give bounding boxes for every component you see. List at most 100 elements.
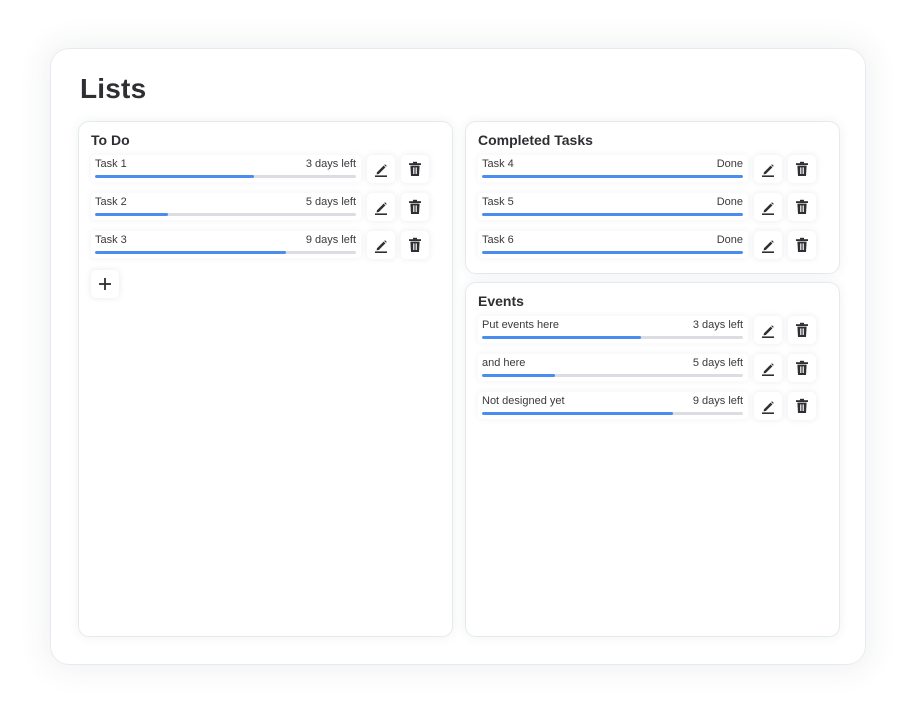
progress-fill <box>482 336 642 339</box>
task-status: 9 days left <box>305 234 356 246</box>
delete-button[interactable] <box>788 231 816 259</box>
task-name: Task 3 <box>95 234 127 246</box>
task-item[interactable]: Task 3 9 days left <box>91 231 361 258</box>
event-item[interactable]: Not designed yet 9 days left <box>478 392 748 419</box>
progress-bar <box>482 374 743 377</box>
completed-list-title: Completed Tasks <box>478 132 593 148</box>
list-row: and here 5 days left <box>478 354 830 392</box>
progress-fill <box>482 374 556 377</box>
progress-bar <box>95 175 356 178</box>
list-row: Task 1 3 days left <box>91 155 443 193</box>
events-list-title: Events <box>478 293 524 309</box>
events-list-card: Events Put events here 3 days left and h… <box>466 283 839 636</box>
pencil-icon <box>760 322 776 338</box>
delete-button[interactable] <box>401 231 429 259</box>
event-item[interactable]: Put events here 3 days left <box>478 316 748 343</box>
completed-list-items: Task 4 Done Task 5 Done Task 6 Done <box>478 155 830 269</box>
task-status: Done <box>716 234 743 246</box>
trash-icon <box>408 237 422 253</box>
event-name: Put events here <box>482 319 560 331</box>
todo-list-card: To Do Task 1 3 days left Task 2 5 days l… <box>79 122 452 636</box>
list-row: Task 3 9 days left <box>91 231 443 269</box>
task-name: Task 5 <box>482 196 514 208</box>
pencil-icon <box>760 360 776 376</box>
pencil-icon <box>760 161 776 177</box>
delete-button[interactable] <box>788 392 816 420</box>
progress-bar <box>482 251 743 254</box>
trash-icon <box>795 360 809 376</box>
list-row: Task 4 Done <box>478 155 830 193</box>
delete-button[interactable] <box>788 193 816 221</box>
list-row: Task 5 Done <box>478 193 830 231</box>
task-status: 3 days left <box>305 158 356 170</box>
delete-button[interactable] <box>788 354 816 382</box>
task-item[interactable]: Task 4 Done <box>478 155 748 182</box>
lists-panel: Lists To Do Task 1 3 days left Task 2 5 … <box>51 49 865 664</box>
todo-list-items: Task 1 3 days left Task 2 5 days left Ta… <box>91 155 443 269</box>
progress-bar <box>482 213 743 216</box>
trash-icon <box>795 398 809 414</box>
event-status: 9 days left <box>692 395 743 407</box>
edit-button[interactable] <box>754 193 782 221</box>
event-name: Not designed yet <box>482 395 565 407</box>
edit-button[interactable] <box>754 392 782 420</box>
task-status: Done <box>716 196 743 208</box>
edit-button[interactable] <box>367 231 395 259</box>
trash-icon <box>795 237 809 253</box>
pencil-icon <box>760 199 776 215</box>
completed-list-card: Completed Tasks Task 4 Done Task 5 Done <box>466 122 839 273</box>
progress-fill <box>95 213 169 216</box>
list-row: Task 6 Done <box>478 231 830 269</box>
task-name: Task 4 <box>482 158 514 170</box>
edit-button[interactable] <box>754 231 782 259</box>
task-name: Task 6 <box>482 234 514 246</box>
event-status: 3 days left <box>692 319 743 331</box>
list-row: Put events here 3 days left <box>478 316 830 354</box>
pencil-icon <box>760 398 776 414</box>
trash-icon <box>408 161 422 177</box>
progress-bar <box>482 175 743 178</box>
progress-fill <box>95 175 255 178</box>
add-task-button[interactable] <box>91 270 119 298</box>
page-title: Lists <box>80 73 147 104</box>
trash-icon <box>408 199 422 215</box>
task-status: Done <box>716 158 743 170</box>
event-name: and here <box>482 357 526 369</box>
progress-bar <box>482 412 743 415</box>
pencil-icon <box>373 161 389 177</box>
progress-bar <box>482 336 743 339</box>
delete-button[interactable] <box>788 316 816 344</box>
delete-button[interactable] <box>401 193 429 221</box>
edit-button[interactable] <box>367 193 395 221</box>
event-status: 5 days left <box>692 357 743 369</box>
pencil-icon <box>373 199 389 215</box>
events-list-items: Put events here 3 days left and here 5 d… <box>478 316 830 430</box>
task-item[interactable]: Task 6 Done <box>478 231 748 258</box>
trash-icon <box>795 322 809 338</box>
progress-fill <box>482 412 673 415</box>
plus-icon <box>98 277 112 291</box>
progress-bar <box>95 251 356 254</box>
task-status: 5 days left <box>305 196 356 208</box>
pencil-icon <box>373 237 389 253</box>
progress-fill <box>95 251 286 254</box>
delete-button[interactable] <box>788 155 816 183</box>
task-name: Task 2 <box>95 196 127 208</box>
progress-bar <box>95 213 356 216</box>
event-item[interactable]: and here 5 days left <box>478 354 748 381</box>
edit-button[interactable] <box>367 155 395 183</box>
edit-button[interactable] <box>754 354 782 382</box>
trash-icon <box>795 199 809 215</box>
edit-button[interactable] <box>754 316 782 344</box>
pencil-icon <box>760 237 776 253</box>
trash-icon <box>795 161 809 177</box>
task-name: Task 1 <box>95 158 127 170</box>
progress-fill <box>482 213 743 216</box>
task-item[interactable]: Task 5 Done <box>478 193 748 220</box>
todo-list-title: To Do <box>91 132 130 148</box>
task-item[interactable]: Task 1 3 days left <box>91 155 361 182</box>
delete-button[interactable] <box>401 155 429 183</box>
edit-button[interactable] <box>754 155 782 183</box>
task-item[interactable]: Task 2 5 days left <box>91 193 361 220</box>
list-row: Not designed yet 9 days left <box>478 392 830 430</box>
